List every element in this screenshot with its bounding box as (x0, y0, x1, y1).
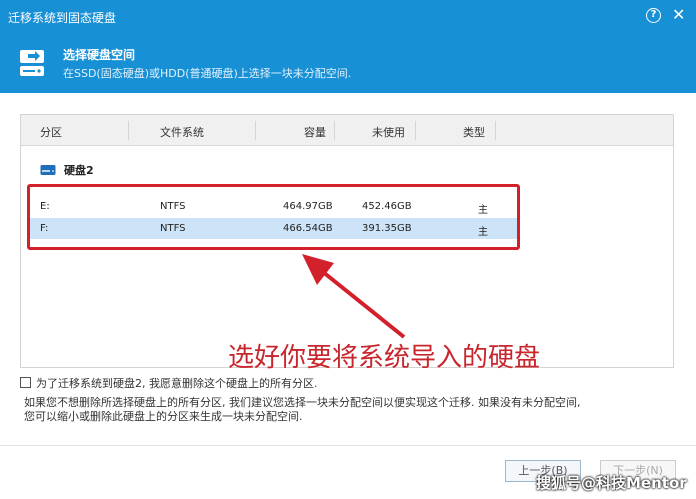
annotation-arrow (302, 254, 406, 339)
annotation-text: 选好你要将系统导入的硬盘 (228, 343, 541, 373)
confirm-delete-label: 为了迁移系统到硬盘2, 我愿意删除这个硬盘上的所有分区. (36, 377, 318, 390)
confirm-delete-option[interactable]: 为了迁移系统到硬盘2, 我愿意删除这个硬盘上的所有分区. (20, 375, 318, 391)
note-line: 如果您不想删除所选择硬盘上的所有分区, 我们建议您选择一块未分配空间以便实现这个… (24, 396, 581, 409)
info-note: 如果您不想删除所选择硬盘上的所有分区, 我们建议您选择一块未分配空间以便实现这个… (24, 396, 674, 424)
watermark: 搜狐号@科技Mentor (536, 474, 687, 492)
confirm-delete-checkbox[interactable] (20, 377, 31, 388)
footer-divider (0, 445, 696, 446)
note-line: 您可以缩小或删除此硬盘上的分区来生成一块未分配空间. (24, 410, 303, 423)
